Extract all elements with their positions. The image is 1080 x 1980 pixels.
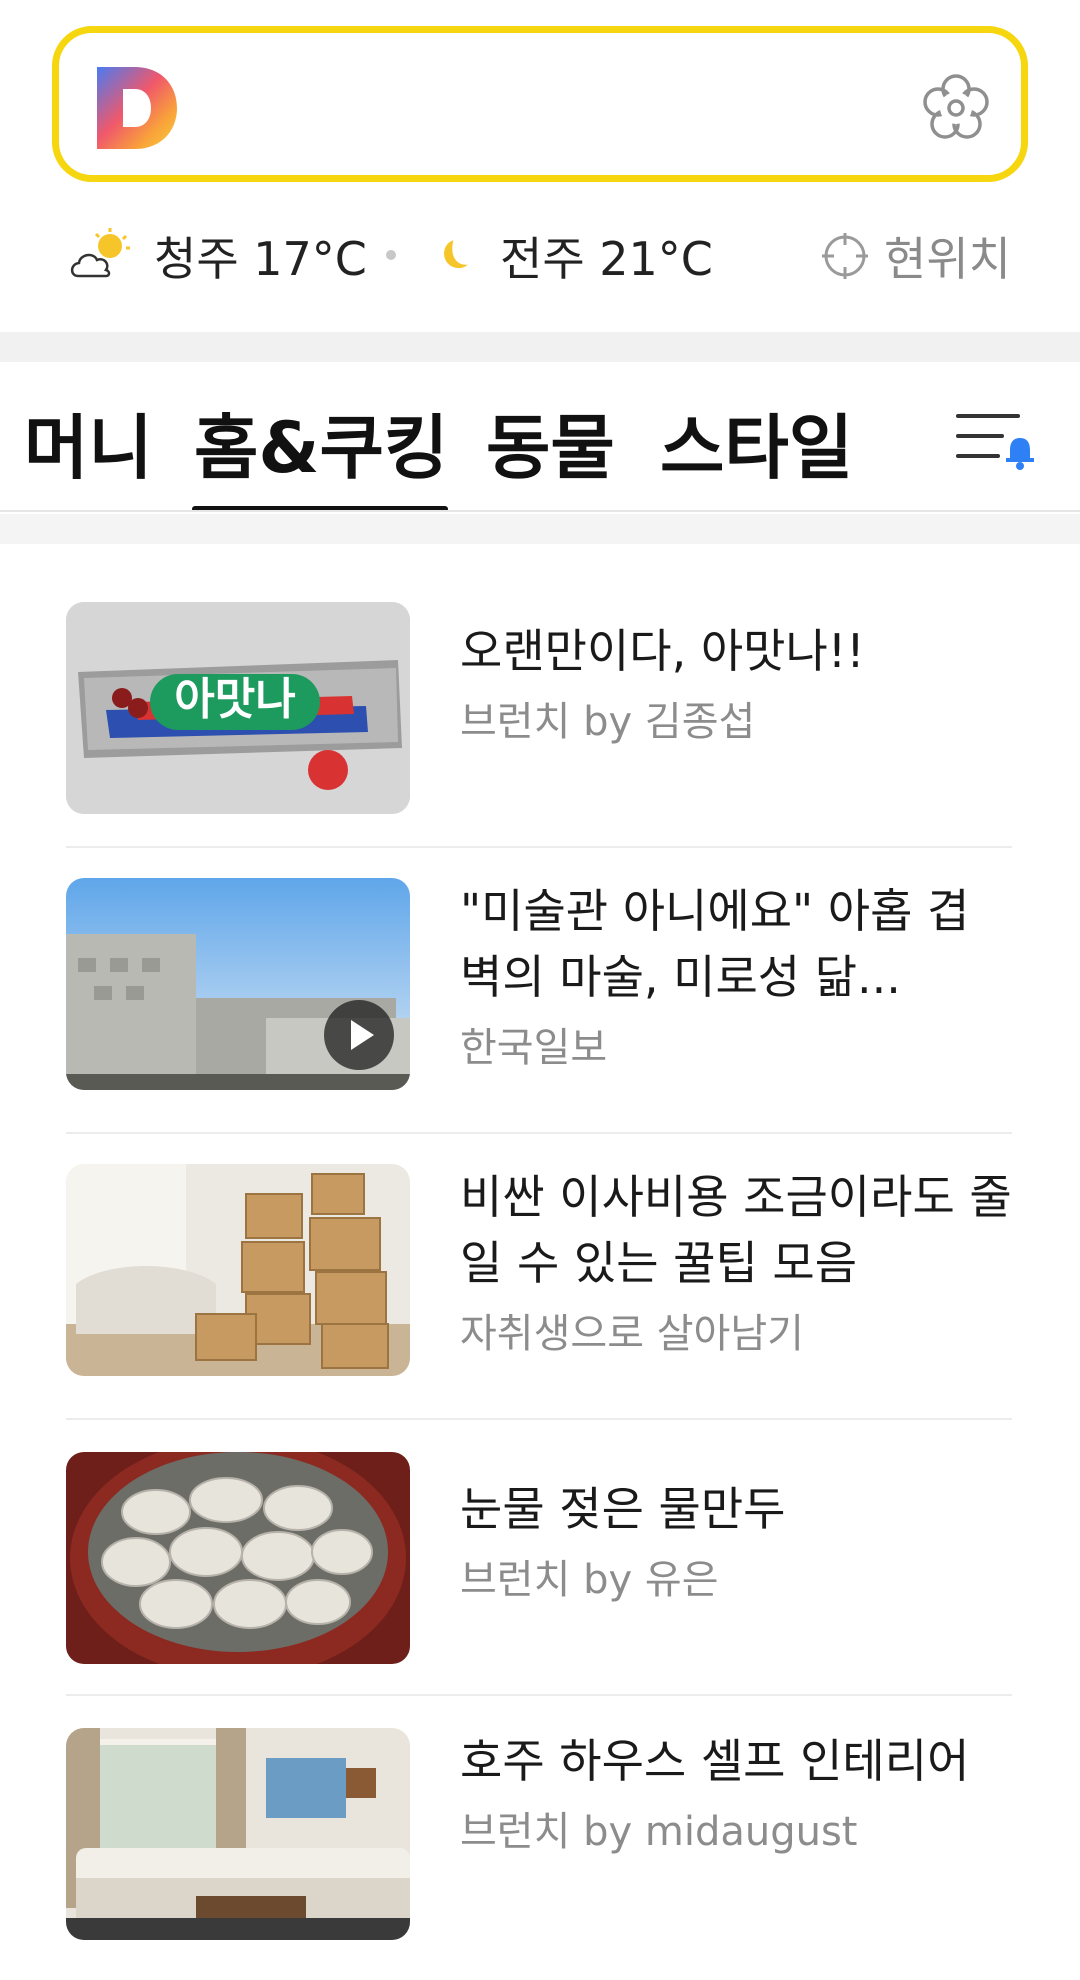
article-title[interactable]: 눈물 젖은 물만두: [460, 1476, 1020, 1542]
weather-item-cheongju[interactable]: 청주 17°C: [66, 222, 367, 290]
article-text: 비싼 이사비용 조금이라도 줄일 수 있는 꿀팁 모음 자취생으로 살아남기: [460, 1164, 1020, 1364]
crosshair-icon: [822, 233, 868, 279]
current-location-button[interactable]: 현위치: [820, 222, 1011, 290]
article-item[interactable]: 호주 하우스 셀프 인테리어 브런치 by midaugust: [66, 1728, 1012, 1940]
article-thumbnail[interactable]: 아맛나: [66, 602, 410, 814]
weather-label: 전주 21°C: [500, 232, 713, 286]
section-divider: [0, 332, 1080, 362]
article-title[interactable]: 비싼 이사비용 조금이라도 줄일 수 있는 꿀팁 모음: [460, 1164, 1020, 1296]
tab-style[interactable]: 스타일: [660, 392, 853, 493]
article-source: 브런치 by midaugust: [460, 1809, 858, 1855]
article-item[interactable]: 아맛나 오랜만이다, 아맛나!! 브런치 by 김종섭: [66, 602, 1012, 814]
article-title[interactable]: 오랜만이다, 아맛나!!: [460, 618, 1020, 684]
tab-money[interactable]: 머니: [24, 392, 153, 493]
article-text: "미술관 아니에요" 아홉 겹 벽의 마술, 미로성 닮... 한국일보: [460, 878, 1020, 1078]
article-text: 호주 하우스 셀프 인테리어 브런치 by midaugust: [460, 1728, 1020, 1862]
section-divider: [0, 514, 1080, 544]
divider: [66, 846, 1012, 848]
tab-home-cooking[interactable]: 홈&쿠킹: [194, 392, 448, 493]
divider: [66, 1694, 1012, 1696]
article-thumbnail[interactable]: [66, 1164, 410, 1376]
article-text: 눈물 젖은 물만두 브런치 by 유은: [460, 1476, 1020, 1610]
active-tab-indicator: [192, 506, 448, 510]
article-title[interactable]: 호주 하우스 셀프 인테리어: [460, 1728, 1020, 1794]
svg-text:아맛나: 아맛나: [174, 674, 295, 725]
divider: [66, 1418, 1012, 1420]
article-item[interactable]: 비싼 이사비용 조금이라도 줄일 수 있는 꿀팁 모음 자취생으로 살아남기: [66, 1164, 1012, 1376]
article-title[interactable]: "미술관 아니에요" 아홉 겹 벽의 마술, 미로성 닮...: [460, 878, 1020, 1010]
article-item[interactable]: "미술관 아니에요" 아홉 겹 벽의 마술, 미로성 닮... 한국일보: [66, 878, 1012, 1090]
video-play-icon[interactable]: [324, 1000, 394, 1070]
divider: [66, 1132, 1012, 1134]
tab-fade: [860, 362, 960, 510]
article-thumbnail[interactable]: [66, 878, 410, 1090]
article-thumbnail[interactable]: [66, 1452, 410, 1664]
tab-animal[interactable]: 동물: [486, 392, 615, 493]
article-source: 브런치 by 유은: [460, 1557, 719, 1603]
article-source: 한국일보: [460, 1025, 608, 1071]
flower-icon[interactable]: [919, 71, 993, 145]
sun-cloud-icon: [70, 228, 130, 278]
article-source: 브런치 by 김종섭: [460, 699, 756, 745]
article-thumbnail[interactable]: [66, 1728, 410, 1940]
moon-icon: [444, 240, 468, 269]
daum-logo[interactable]: [93, 65, 179, 151]
separator-dot: [386, 250, 396, 260]
weather-item-jeonju[interactable]: 전주 21°C: [432, 222, 713, 290]
article-source: 자취생으로 살아남기: [460, 1311, 804, 1357]
category-tabs: 머니 홈&쿠킹 동물 스타일: [0, 362, 1080, 512]
current-location-label: 현위치: [884, 232, 1011, 286]
search-bar[interactable]: [52, 26, 1028, 182]
weather-label: 청주 17°C: [154, 232, 367, 286]
weather-row: 청주 17°C 전주 21°C 현위치: [0, 222, 1080, 290]
article-text: 오랜만이다, 아맛나!! 브런치 by 김종섭: [460, 618, 1020, 752]
menu-notification-icon[interactable]: [954, 404, 1040, 476]
article-item[interactable]: 눈물 젖은 물만두 브런치 by 유은: [66, 1452, 1012, 1664]
